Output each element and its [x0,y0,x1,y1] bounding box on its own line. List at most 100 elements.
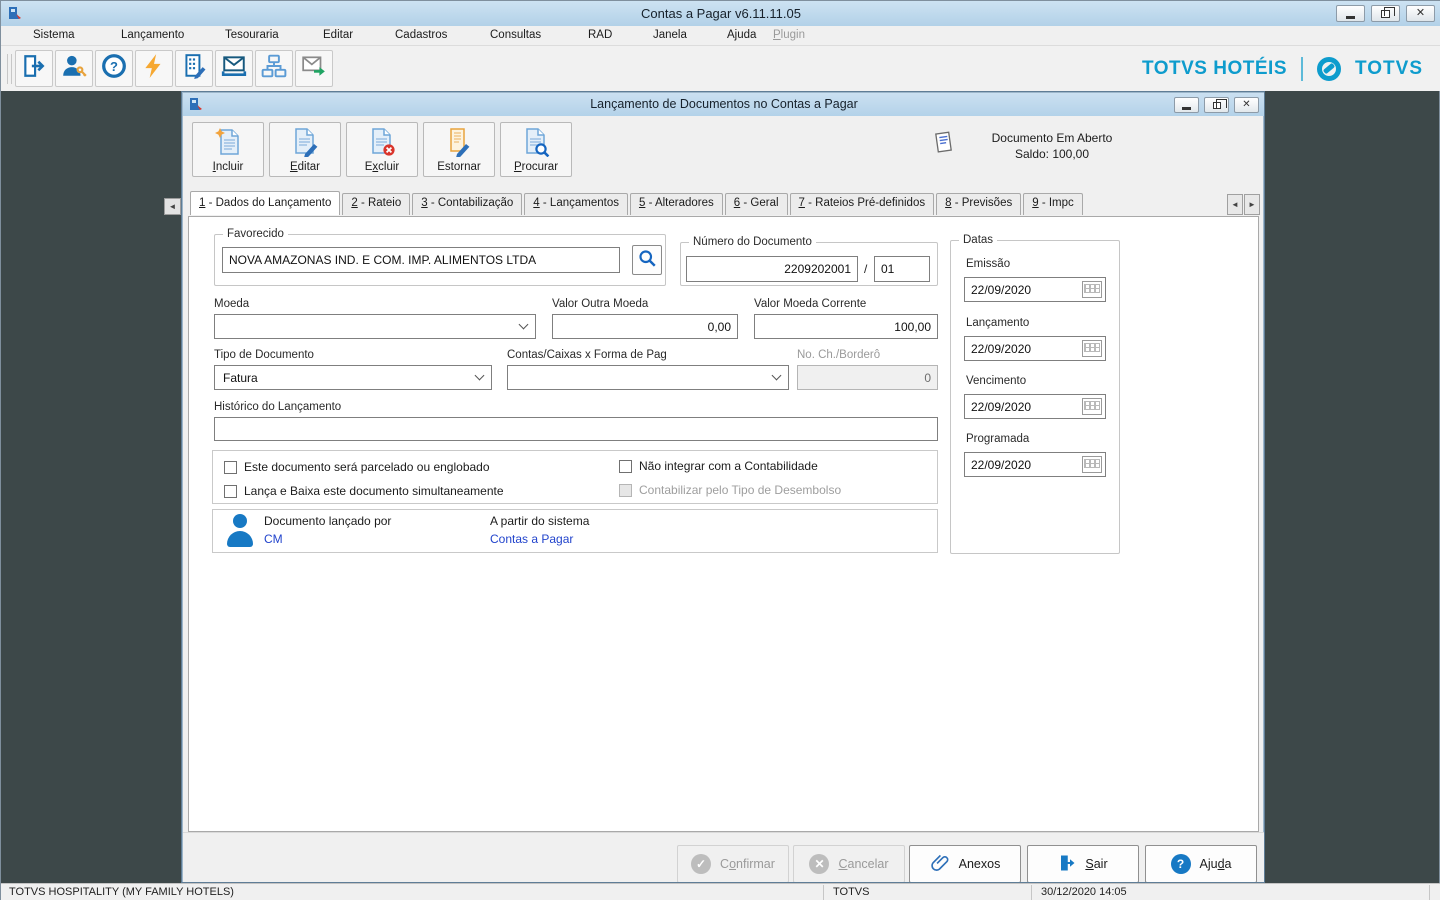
tipo-documento-select[interactable]: Fatura [214,365,492,390]
moeda-label: Moeda [214,298,249,310]
ajuda-button[interactable]: ? Ajuda [1145,845,1257,883]
tab-scroll-right-button[interactable]: ► [1244,194,1260,215]
valor-moeda-corrente-input[interactable] [754,314,938,339]
lancamento-field [964,336,1106,361]
help-icon: ? [101,53,127,84]
dialog-restore-button[interactable] [1204,97,1229,113]
vencimento-field [964,394,1106,419]
tab-scroll-left-button[interactable]: ◄ [1227,194,1243,215]
checkbox-parcelado[interactable]: Este documento será parcelado ou engloba… [224,460,490,474]
search-icon [637,248,657,273]
app-toolbar: ? TOTVS HOTÉIS TOTVS [1,46,1440,91]
menu-ajuda[interactable]: Ajuda [723,28,760,42]
datas-legend: Datas [959,234,997,246]
tab-rateios-pre-definidos[interactable]: 7 - Rateios Pré-definidos [790,193,935,215]
menu-editar[interactable]: Editar [319,28,357,42]
question-icon: ? [1171,854,1191,874]
estornar-button[interactable]: Estornar [423,122,495,177]
calendar-icon[interactable] [1082,456,1102,473]
sistema-origem-label: A partir do sistema [490,514,589,528]
chevron-down-icon [475,371,485,381]
incluir-button[interactable]: Incluir [192,122,264,177]
mail-inbox-icon [221,53,247,84]
restore-button[interactable] [1371,5,1400,22]
mail-send-button[interactable] [295,50,333,87]
statusbar-divider [823,885,824,900]
anexos-button[interactable]: Anexos [909,845,1021,883]
user-permissions-button[interactable] [55,50,93,87]
tipo-documento-value: Fatura [223,371,258,385]
tab-geral[interactable]: 6 - Geral [725,193,788,215]
menu-cadastros[interactable]: Cadastros [391,28,451,42]
statusbar-divider [1031,885,1032,900]
tab-dados-do-lancamento[interactable]: 1 - Dados do Lançamento [190,191,340,215]
tab-impostos[interactable]: 9 - Impc [1023,193,1083,215]
org-chart-button[interactable] [255,50,293,87]
quick-access-button[interactable] [135,50,173,87]
user-icon [227,514,253,547]
favorecido-legend: Favorecido [223,228,288,240]
numero-documento-legend: Número do Documento [689,236,816,248]
org-chart-icon [261,53,287,84]
brand-area: TOTVS HOTÉIS TOTVS [1142,52,1423,85]
exit-icon [1058,854,1076,875]
checkbox-nao-integrar-label: Não integrar com a Contabilidade [639,459,818,473]
procurar-button[interactable]: Procurar [500,122,572,177]
tab-lancamentos[interactable]: 4 - Lançamentos [524,193,628,215]
valor-outra-moeda-label: Valor Outra Moeda [552,298,648,310]
editar-button[interactable]: Editar [269,122,341,177]
checkbox-nao-integrar[interactable]: Não integrar com a Contabilidade [619,459,818,473]
checkbox-icon [224,461,237,474]
menu-janela[interactable]: Janela [649,28,691,42]
sair-button[interactable]: Sair [1027,845,1139,883]
dialog-footer: ✓ Confirmar ✕ Cancelar Anexos Sair ? Aju… [183,832,1265,883]
moeda-select[interactable] [214,314,536,339]
favorecido-search-button[interactable] [632,245,662,275]
parcela-input[interactable] [874,256,930,282]
excluir-button[interactable]: Excluir [346,122,418,177]
tab-rateio[interactable]: 2 - Rateio [342,193,410,215]
company-edit-button[interactable] [175,50,213,87]
statusbar-datetime: 30/12/2020 14:05 [1041,886,1127,898]
menubar: Sistema Lançamento Tesouraria Editar Cad… [1,26,1440,46]
statusbar-company-text: TOTVS HOSPITALITY (MY FAMILY HOTELS) [9,886,234,898]
menu-consultas[interactable]: Consultas [486,28,545,42]
minimize-button[interactable] [1336,5,1365,22]
dialog-close-button[interactable]: ✕ [1234,97,1259,113]
dialog-minimize-button[interactable] [1174,97,1199,113]
numero-documento-input[interactable] [686,256,858,282]
menu-rad[interactable]: RAD [584,28,616,42]
calendar-icon[interactable] [1082,340,1102,357]
tab-previsoes[interactable]: 8 - Previsões [936,193,1021,215]
checkbox-contabilizar-desembolso-label: Contabilizar pelo Tipo de Desembolso [639,483,841,497]
toolbar-grip [7,54,12,84]
chevron-down-icon [772,371,782,381]
favorecido-input[interactable] [222,247,620,273]
menu-sistema[interactable]: Sistema [29,28,79,42]
valor-outra-moeda-input[interactable] [552,314,738,339]
tab-contabilizacao[interactable]: 3 - Contabilização [412,193,522,215]
mail-inbox-button[interactable] [215,50,253,87]
close-button[interactable]: ✕ [1406,5,1435,22]
document-reverse-icon [444,127,474,157]
cancelar-button: ✕ Cancelar [793,845,905,883]
logout-icon [21,53,47,84]
vencimento-label: Vencimento [966,375,1026,387]
tab-alteradores[interactable]: 5 - Alteradores [630,193,723,215]
menu-lancamento[interactable]: Lançamento [117,28,188,42]
statusbar-divider [1429,885,1430,900]
checkbox-lanca-baixa[interactable]: Lança e Baixa este documento simultaneam… [224,484,504,498]
totvs-logo-icon [1317,57,1341,81]
historico-input[interactable] [214,417,938,441]
checkbox-contabilizar-desembolso: Contabilizar pelo Tipo de Desembolso [619,483,841,497]
calendar-icon[interactable] [1082,398,1102,415]
calendar-icon[interactable] [1082,281,1102,298]
document-search-icon [521,127,551,157]
logout-button[interactable] [15,50,53,87]
paperclip-icon [930,853,950,876]
tabstrip: 1 - Dados do Lançamento 2 - Rateio 3 - C… [190,193,1260,216]
mdi-scroll-left-button[interactable]: ◄ [164,198,181,215]
menu-tesouraria[interactable]: Tesouraria [221,28,283,42]
contas-forma-pag-select[interactable] [507,365,789,390]
help-button[interactable]: ? [95,50,133,87]
